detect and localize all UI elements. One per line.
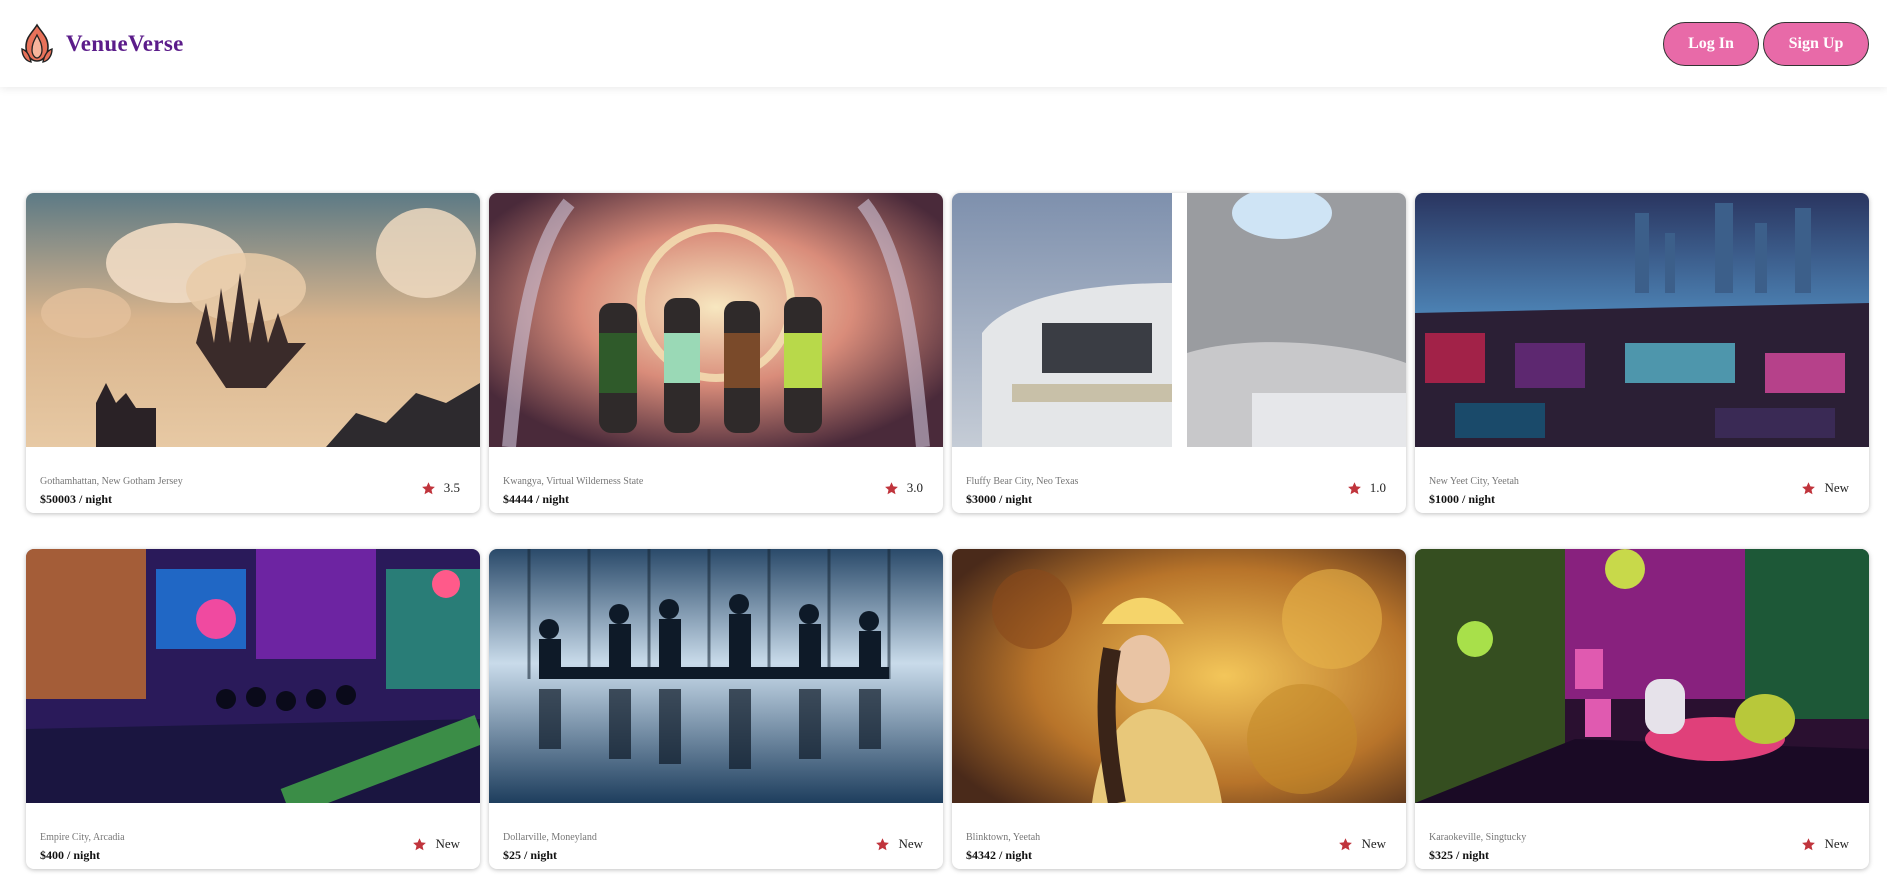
listing-card[interactable]: Dollarville, Moneyland $25 / night New: [489, 549, 943, 869]
brand[interactable]: VenueVerse: [18, 22, 184, 65]
star-icon: [876, 837, 890, 850]
listing-info: Karaokeville, Singtucky $325 / night New: [1415, 803, 1869, 869]
listing-rating: New: [1801, 480, 1849, 496]
star-icon: [884, 481, 898, 494]
rating-value: 3.5: [443, 480, 460, 495]
listing-price: $4444 / night: [503, 492, 570, 506]
signup-button[interactable]: Sign Up: [1763, 21, 1869, 66]
star-icon: [1802, 481, 1816, 494]
listing-price: $325 / night: [1429, 848, 1490, 862]
rating-value: New: [1824, 836, 1849, 851]
listing-location: Dollarville, Moneyland: [503, 832, 597, 843]
star-icon: [1347, 481, 1361, 494]
listing-info: Empire City, Arcadia $400 / night New: [26, 803, 480, 869]
listing-card[interactable]: Gothamhattan, New Gotham Jersey $50003 /…: [26, 193, 480, 513]
listing-card[interactable]: Kwangya, Virtual Wilderness State $4444 …: [489, 193, 943, 513]
listing-price: $50003 / night: [40, 492, 113, 506]
listing-rating: 3.5: [421, 480, 460, 496]
listing-location: Blinktown, Yeetah: [966, 832, 1041, 843]
listing-info: Blinktown, Yeetah $4342 / night New: [952, 803, 1406, 869]
listing-card[interactable]: Blinktown, Yeetah $4342 / night New: [952, 549, 1406, 869]
listings-grid: Gothamhattan, New Gotham Jersey $50003 /…: [26, 193, 1870, 869]
listing-location: Gothamhattan, New Gotham Jersey: [40, 476, 183, 487]
listing-card[interactable]: New Yeet City, Yeetah $1000 / night New: [1415, 193, 1869, 513]
listing-location: Fluffy Bear City, Neo Texas: [966, 476, 1079, 487]
auth-buttons: Log In Sign Up: [1663, 21, 1869, 66]
listing-info: Fluffy Bear City, Neo Texas $3000 / nigh…: [952, 447, 1406, 513]
rating-value: New: [1361, 836, 1386, 851]
listing-image[interactable]: [26, 549, 480, 803]
rating-value: 1.0: [1369, 480, 1386, 495]
listing-card[interactable]: Karaokeville, Singtucky $325 / night New: [1415, 549, 1869, 869]
listing-rating: New: [875, 836, 923, 852]
listing-info: New Yeet City, Yeetah $1000 / night New: [1415, 447, 1869, 513]
listing-price: $400 / night: [40, 848, 101, 862]
listing-price: $25 / night: [503, 848, 558, 862]
listing-rating: New: [1801, 836, 1849, 852]
listing-price: $3000 / night: [966, 492, 1033, 506]
listing-image[interactable]: [489, 193, 943, 447]
listing-card[interactable]: Empire City, Arcadia $400 / night New: [26, 549, 480, 869]
listing-image[interactable]: [1415, 193, 1869, 447]
listing-location: Empire City, Arcadia: [40, 832, 125, 843]
listing-info: Dollarville, Moneyland $25 / night New: [489, 803, 943, 869]
star-icon: [1802, 837, 1816, 850]
listing-rating: New: [412, 836, 460, 852]
listing-location: Karaokeville, Singtucky: [1429, 832, 1527, 843]
listing-info: Gothamhattan, New Gotham Jersey $50003 /…: [26, 447, 480, 513]
rating-value: New: [435, 836, 460, 851]
listing-rating: 1.0: [1347, 480, 1386, 496]
listing-card[interactable]: Fluffy Bear City, Neo Texas $3000 / nigh…: [952, 193, 1406, 513]
login-button[interactable]: Log In: [1663, 21, 1759, 66]
listing-rating: 3.0: [884, 480, 923, 496]
listing-price: $1000 / night: [1429, 492, 1496, 506]
listing-rating: New: [1338, 836, 1386, 852]
top-nav-bar: VenueVerse Log In Sign Up: [0, 0, 1887, 87]
listing-image[interactable]: [26, 193, 480, 447]
listing-info: Kwangya, Virtual Wilderness State $4444 …: [489, 447, 943, 513]
listing-location: New Yeet City, Yeetah: [1429, 476, 1519, 487]
flame-lotus-icon: [21, 22, 53, 63]
star-icon: [421, 481, 435, 494]
listing-image[interactable]: [952, 549, 1406, 803]
listing-price: $4342 / night: [966, 848, 1033, 862]
rating-value: New: [898, 836, 923, 851]
brand-name: VenueVerse: [66, 30, 184, 56]
rating-value: 3.0: [906, 480, 923, 495]
listing-location: Kwangya, Virtual Wilderness State: [503, 476, 644, 487]
star-icon: [413, 837, 427, 850]
rating-value: New: [1824, 480, 1849, 495]
listing-image[interactable]: [489, 549, 943, 803]
listing-image[interactable]: [952, 193, 1406, 447]
star-icon: [1339, 837, 1353, 850]
listing-image[interactable]: [1415, 549, 1869, 803]
